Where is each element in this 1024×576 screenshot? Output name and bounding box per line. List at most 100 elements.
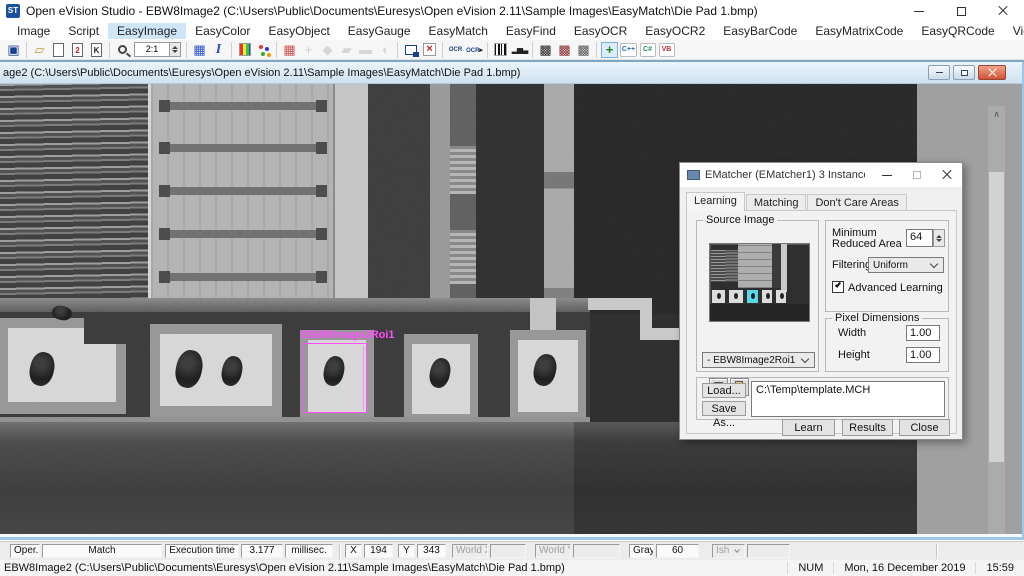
barcode-icon[interactable]	[491, 41, 510, 59]
results-button[interactable]: Results	[842, 419, 893, 436]
world-y-label: World Y	[535, 544, 571, 558]
menu-item-easymatrixcode[interactable]: EasyMatrixCode	[806, 23, 912, 39]
image-window-titlebar[interactable]: age2 (C:\Users\Public\Documents\Euresys\…	[0, 62, 1022, 84]
menu-item-easygauge[interactable]: EasyGauge	[339, 23, 420, 39]
decorative-element	[766, 293, 770, 299]
filtering-combo[interactable]: Uniform	[868, 257, 944, 273]
menu-item-easyocr2[interactable]: EasyOCR2	[636, 23, 714, 39]
main-titlebar: ST Open eVision Studio - EBW8Image2 (C:\…	[0, 0, 1024, 22]
red-grid-icon[interactable]: ▦	[280, 41, 299, 59]
chip-dark-band	[368, 84, 430, 300]
x-value: 194	[364, 544, 393, 558]
scroll-up-arrow[interactable]: ∧	[988, 106, 1005, 122]
open-folder-icon[interactable]: ▱	[30, 41, 49, 59]
pb-window-icon[interactable]	[401, 41, 420, 59]
decorative-element	[163, 187, 323, 195]
load-button[interactable]: Load...	[702, 383, 746, 398]
decorative-element: ▬	[359, 42, 372, 57]
decorative-element	[781, 244, 787, 292]
qrcode-icon[interactable]: ▩	[574, 41, 593, 59]
grid-icon[interactable]: ▦	[190, 41, 209, 59]
menu-item-easycolor[interactable]: EasyColor	[186, 23, 259, 39]
decorative-element	[762, 290, 772, 303]
decorative-element: ▦	[193, 42, 205, 58]
menu-item-easyobject[interactable]: EasyObject	[259, 23, 338, 39]
child-close-button[interactable]	[978, 65, 1006, 80]
decorative-element	[84, 318, 126, 344]
min-reduced-area-input[interactable]: 64	[906, 229, 933, 247]
menu-item-easyfind[interactable]: EasyFind	[497, 23, 565, 39]
menu-item-image[interactable]: Image	[8, 23, 59, 39]
save-as-button[interactable]: Save As...	[702, 401, 746, 416]
vertical-scrollbar[interactable]: ∧ ∨	[988, 106, 1005, 534]
matrixcode-2-icon[interactable]: ▩	[555, 41, 574, 59]
menu-item-easyqrcode[interactable]: EasyQRCode	[912, 23, 1003, 39]
zoom-spinner[interactable]	[170, 42, 181, 57]
color-dots-icon[interactable]	[254, 41, 273, 59]
save-icon[interactable]: ▣	[4, 41, 23, 59]
template-path-input[interactable]: C:\Temp\template.MCH	[751, 381, 945, 417]
decorative-element	[163, 230, 323, 238]
menu-item-view[interactable]: View	[1004, 23, 1024, 39]
roi-selector-combo[interactable]: - EBW8Image2Roi1 (233,	[702, 352, 815, 368]
csharp-icon[interactable]: C#	[638, 41, 657, 59]
dialog-minimize-button[interactable]	[872, 163, 902, 187]
menu-item-script[interactable]: Script	[59, 23, 108, 39]
advanced-learning-checkbox[interactable]	[832, 281, 844, 293]
image-window-title: age2 (C:\Users\Public\Documents\Euresys\…	[3, 67, 520, 79]
menubar: ImageScriptEasyImageEasyColorEasyObjectE…	[0, 22, 1024, 40]
menu-item-easybarcode[interactable]: EasyBarCode	[714, 23, 806, 39]
decorative-element	[118, 45, 127, 54]
dialog-close-button[interactable]	[932, 163, 962, 187]
coords-divider	[339, 544, 341, 559]
zoom-level-combo[interactable]: 2:1	[132, 41, 183, 59]
menu-item-easyocr[interactable]: EasyOCR	[565, 23, 636, 39]
minimize-button[interactable]	[898, 0, 940, 22]
maximize-button[interactable]	[940, 0, 982, 22]
color-bars-icon[interactable]	[235, 41, 254, 59]
decorative-element	[159, 100, 170, 112]
close-dialog-button[interactable]: Close	[899, 419, 950, 436]
child-minimize-button[interactable]	[928, 65, 950, 80]
world-x-label: World X	[452, 544, 488, 558]
decorative-element	[780, 293, 784, 299]
ish-combo[interactable]: Ish	[712, 544, 745, 558]
decorative-element	[259, 45, 263, 49]
delete-roi-icon[interactable]: ×	[420, 41, 439, 59]
roi-rectangle[interactable]	[303, 343, 367, 413]
dialog-titlebar[interactable]: EMatcher (EMatcher1) 3 Instance(s) F...	[680, 163, 962, 187]
tab-dont-care-areas[interactable]: Don't Care Areas	[807, 194, 906, 211]
new-document-icon[interactable]	[49, 41, 68, 59]
ocr-icon[interactable]: OCR	[446, 41, 465, 59]
add-script-icon[interactable]: +	[600, 41, 619, 59]
spinner-up-icon[interactable]	[936, 235, 942, 238]
toolbar-divider	[109, 42, 110, 58]
histogram-icon[interactable]: ▂▅▃	[510, 41, 529, 59]
document-k-icon[interactable]: K	[87, 41, 106, 59]
scrollbar-thumb[interactable]	[989, 172, 1004, 462]
status-time: 15:59	[975, 562, 1024, 574]
cpp-icon[interactable]: C++	[619, 41, 638, 59]
interpolate-icon[interactable]: I	[209, 41, 228, 59]
height-input[interactable]: 1.00	[906, 347, 940, 363]
decorative-element: ▩	[577, 42, 589, 58]
ocr2-icon[interactable]: OCR▸	[465, 41, 484, 59]
decorative-element	[163, 102, 323, 110]
zoom-level-value[interactable]: 2:1	[134, 42, 170, 57]
child-restore-button[interactable]	[953, 65, 975, 80]
close-button[interactable]	[982, 0, 1024, 22]
min-reduced-area-spinner[interactable]	[933, 229, 945, 247]
menu-item-easyimage[interactable]: EasyImage	[108, 23, 186, 39]
menu-item-easymatch[interactable]: EasyMatch	[420, 23, 497, 39]
tab-matching[interactable]: Matching	[746, 194, 807, 211]
zoom-tool-icon[interactable]	[113, 41, 132, 59]
checkmark-icon	[835, 281, 841, 288]
matrixcode-icon[interactable]: ▩	[536, 41, 555, 59]
ish-value	[747, 544, 790, 558]
document-2-icon[interactable]: 2	[68, 41, 87, 59]
vb-icon[interactable]: VB	[657, 41, 676, 59]
tab-learning[interactable]: Learning	[686, 192, 745, 211]
width-input[interactable]: 1.00	[906, 325, 940, 341]
learn-button[interactable]: Learn	[782, 419, 835, 436]
spinner-down-icon[interactable]	[936, 239, 942, 242]
